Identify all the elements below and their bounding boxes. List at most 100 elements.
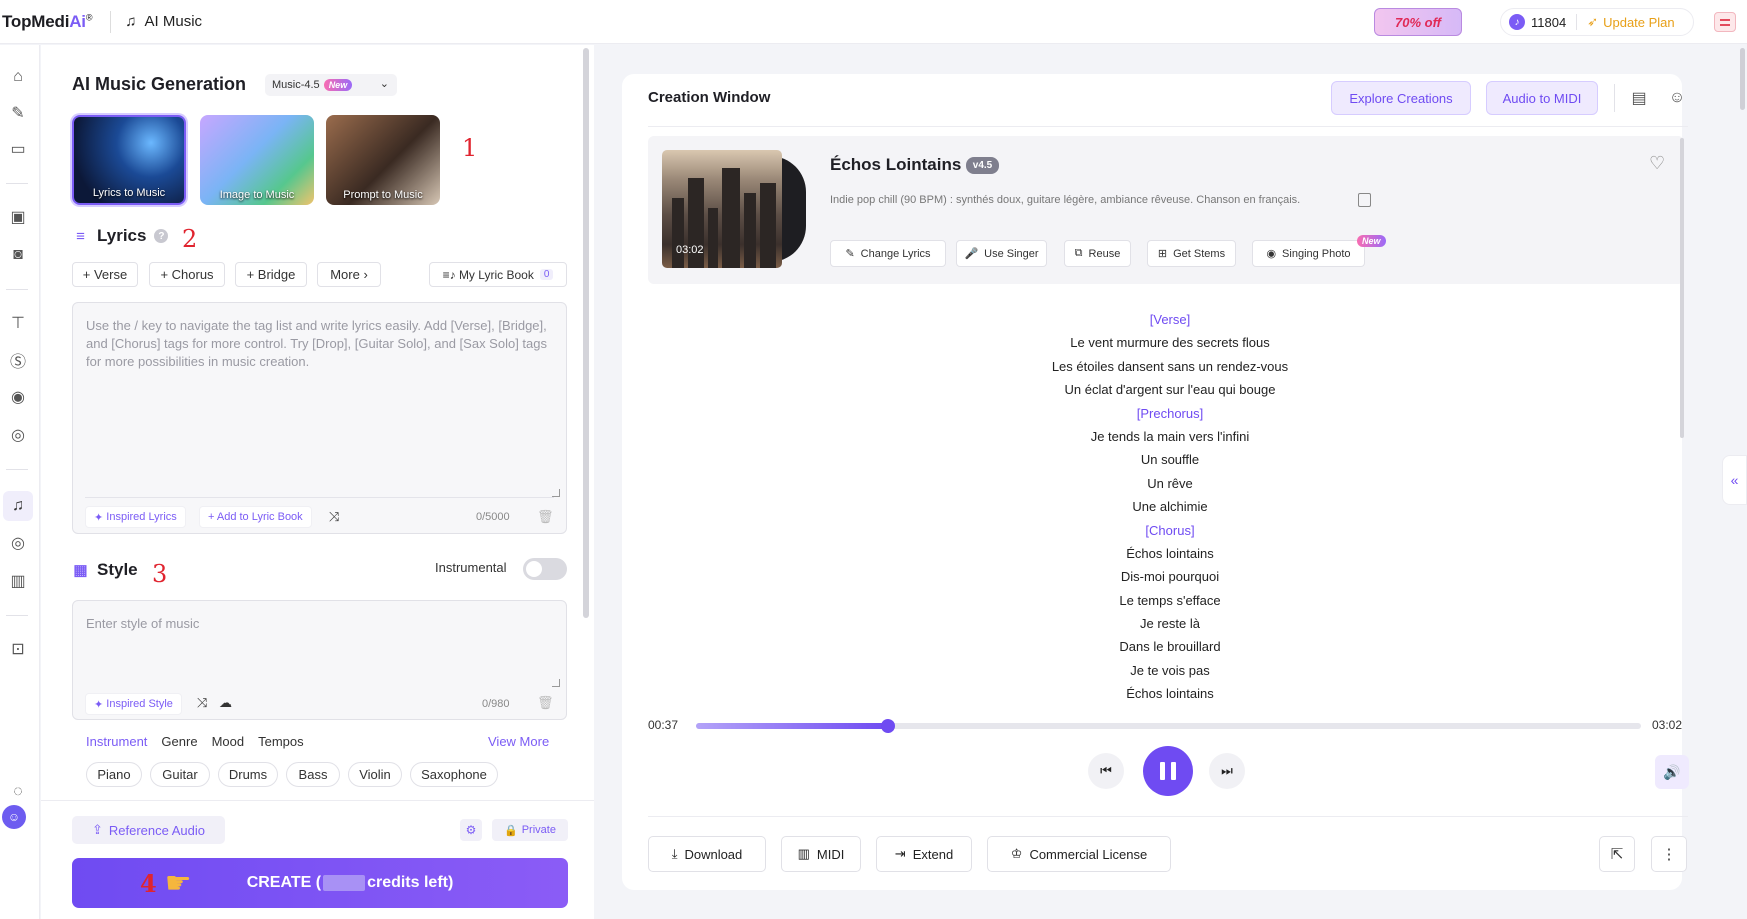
menu-icon[interactable] [1714, 12, 1736, 32]
tab-mood[interactable]: Mood [212, 734, 245, 749]
credits-pill[interactable]: ♪ 11804 ➶ Update Plan [1500, 8, 1694, 36]
folder-icon[interactable]: ▭ [3, 134, 33, 164]
add-bridge-button[interactable]: + Bridge [235, 262, 307, 287]
lyric-book-button[interactable]: ≡♪ My Lyric Book 0 [429, 262, 567, 287]
previous-icon[interactable]: ⏮ [1088, 753, 1124, 789]
trash-icon[interactable]: 🗑 [537, 509, 554, 525]
copy-icon[interactable] [1358, 193, 1371, 207]
progress-knob[interactable] [880, 719, 895, 733]
get-stems-button[interactable]: ⊞ Get Stems [1147, 240, 1236, 267]
style-pill-violin[interactable]: Violin [348, 762, 402, 787]
collapse-panel-icon[interactable]: « [1722, 455, 1747, 505]
scrollbar[interactable] [1680, 138, 1684, 438]
divider [6, 183, 28, 184]
divider [6, 615, 28, 616]
midi-button[interactable]: ▥ MIDI [781, 836, 861, 872]
translate-icon[interactable]: ⊤ [3, 308, 33, 338]
page-title: AI Music Generation [72, 74, 247, 94]
tab-genre[interactable]: Genre [161, 734, 197, 749]
use-singer-button[interactable]: 🎤 Use Singer [956, 240, 1047, 267]
style-input[interactable]: Enter style of music ✦ Inspired Style ⤨ … [72, 600, 567, 720]
vinyl-icon[interactable]: ◎ [3, 528, 33, 558]
discord-icon[interactable]: ☺ [2, 805, 26, 829]
piano-icon[interactable]: ▥ [3, 566, 33, 596]
total-time: 03:02 [1652, 718, 1683, 732]
shuffle-icon[interactable]: ⤨ [329, 509, 343, 525]
help-icon[interactable]: ? [154, 229, 169, 243]
more-options-icon[interactable]: ⋮ [1651, 836, 1687, 872]
resize-handle[interactable] [552, 679, 560, 687]
lyric-line: Un souffle [1140, 452, 1200, 468]
voice-icon[interactable]: ◉ [3, 382, 33, 412]
explore-creations-button[interactable]: Explore Creations [1331, 81, 1471, 115]
camera-icon[interactable]: ◙ [3, 240, 33, 270]
download-button[interactable]: ⤓ Download [648, 836, 766, 872]
extend-button[interactable]: ⇥ Extend [876, 836, 972, 872]
style-pill-drums[interactable]: Drums [218, 762, 278, 787]
heart-icon[interactable]: ♡ [1649, 153, 1665, 174]
trash-icon[interactable]: 🗑 [537, 695, 554, 711]
subtitle-icon[interactable]: Ⓢ [3, 345, 33, 375]
discord-icon[interactable]: ☺ [1665, 87, 1689, 109]
lyric-line: Dans le brouillard [1119, 639, 1221, 655]
change-lyrics-button[interactable]: ✎ Change Lyrics [830, 240, 946, 267]
view-more-link[interactable]: View More [488, 734, 549, 749]
style-pill-bass[interactable]: Bass [286, 762, 340, 787]
scrollbar[interactable] [583, 48, 589, 618]
mode-image-to-music[interactable]: Image to Music [200, 115, 314, 205]
private-button[interactable]: 🔒 Private [492, 819, 568, 841]
inspired-lyrics-button[interactable]: ✦ Inspired Lyrics [85, 506, 186, 528]
style-pill-guitar[interactable]: Guitar [150, 762, 210, 787]
video-ai-icon[interactable]: ▣ [3, 202, 33, 232]
more-tags-button[interactable]: More › [317, 262, 381, 287]
new-badge: New [323, 79, 353, 91]
logo[interactable]: TopMediAi® [2, 12, 92, 32]
add-to-lyric-book-button[interactable]: + Add to Lyric Book [199, 506, 312, 528]
tab-tempos[interactable]: Tempos [258, 734, 304, 749]
lyric-section-tag: [Verse] [1149, 312, 1191, 327]
pointing-hand-icon: ☛ [164, 866, 192, 900]
top-bar: TopMediAi® ♫ AI Music [0, 0, 1747, 44]
commercial-license-button[interactable]: ♔ Commercial License [987, 836, 1171, 872]
resize-handle[interactable] [552, 489, 560, 497]
brush-icon[interactable]: ✎ [3, 98, 33, 128]
add-verse-button[interactable]: + Verse [72, 262, 138, 287]
progress-bar[interactable] [696, 719, 1641, 733]
volume-icon[interactable]: 🔊 [1655, 755, 1689, 789]
lyrics-input[interactable]: Use the / key to navigate the tag list a… [72, 302, 567, 534]
mode-prompt-to-music[interactable]: Prompt to Music [326, 115, 440, 205]
model-select[interactable]: Music-4.5 New ⌄ [265, 74, 397, 96]
chat-icon[interactable]: ◌ [3, 777, 33, 807]
gear-icon[interactable]: ⚙ [460, 819, 482, 841]
mode-lyrics-to-music[interactable]: Lyrics to Music [72, 115, 186, 205]
promo-badge[interactable]: 70% off [1374, 8, 1462, 36]
audio-to-midi-button[interactable]: Audio to MIDI [1486, 81, 1598, 115]
ai-chip-icon[interactable]: ⊡ [3, 634, 33, 664]
new-badge: New [1357, 235, 1386, 247]
reuse-icon: ⧉ [1074, 247, 1083, 259]
update-plan-button[interactable]: ➶ Update Plan [1587, 14, 1674, 30]
style-pill-piano[interactable]: Piano [86, 762, 142, 787]
inspired-style-button[interactable]: ✦ Inspired Style [85, 693, 182, 715]
reuse-button[interactable]: ⧉ Reuse [1064, 240, 1131, 267]
style-pill-saxophone[interactable]: Saxophone [410, 762, 498, 787]
instrumental-toggle[interactable] [523, 558, 567, 580]
pause-button[interactable] [1143, 746, 1193, 796]
reference-audio-button[interactable]: ⇪ Reference Audio [72, 816, 225, 844]
scrollbar[interactable] [1740, 48, 1745, 110]
add-chorus-button[interactable]: + Chorus [149, 262, 225, 287]
singing-photo-button[interactable]: ◉ Singing Photo [1252, 240, 1365, 267]
home-icon[interactable]: ⌂ [3, 62, 33, 92]
current-time: 00:37 [648, 718, 679, 732]
tab-instrument[interactable]: Instrument [86, 734, 147, 749]
cloud-icon[interactable]: ☁ [219, 695, 233, 711]
shuffle-icon[interactable]: ⤨ [197, 695, 211, 711]
divider [110, 10, 112, 33]
music-note-icon[interactable]: ♫ [3, 491, 33, 521]
share-icon[interactable]: ⇱ [1599, 836, 1635, 872]
history-icon[interactable]: ▤ [1627, 87, 1651, 109]
image-ai-icon[interactable]: ◎ [3, 420, 33, 450]
lyric-line: Je tends la main vers l'infini [1090, 428, 1250, 444]
next-icon[interactable]: ⏭ [1209, 753, 1245, 789]
music-note-icon: ♫ [125, 13, 137, 30]
